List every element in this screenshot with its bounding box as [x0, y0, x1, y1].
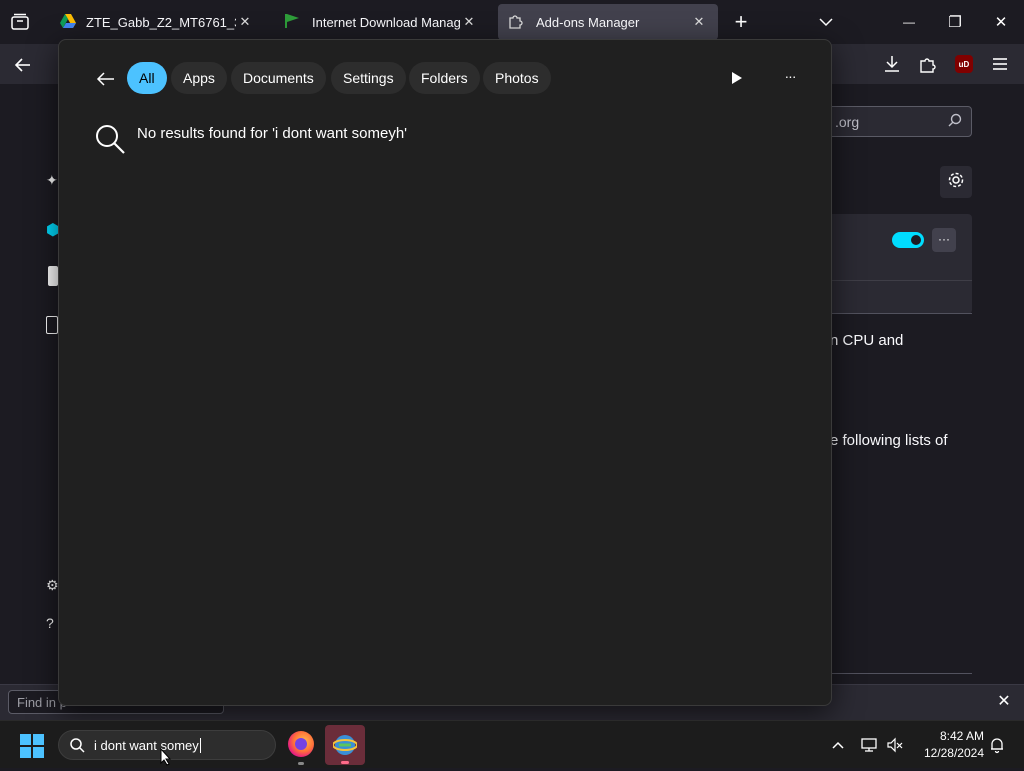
description-text: n CPU and [830, 332, 904, 349]
card-divider [822, 313, 972, 314]
download-icon[interactable] [882, 54, 902, 74]
network-icon[interactable] [860, 736, 878, 754]
extension-enable-toggle[interactable] [892, 232, 924, 248]
filter-all[interactable]: All [127, 62, 167, 94]
filter-photos[interactable]: Photos [483, 62, 551, 94]
filter-documents[interactable]: Documents [231, 62, 326, 94]
taskbar-search-text: i dont want somey [94, 738, 201, 753]
clock-time[interactable]: 8:42 AM [920, 729, 984, 743]
extensions-icon[interactable] [918, 54, 938, 74]
tab-close-icon[interactable]: ✕ [690, 14, 708, 30]
card-divider [822, 673, 972, 674]
ublock-label: uD [958, 59, 970, 69]
search-icon [947, 113, 963, 134]
tab-addons-manager[interactable]: Add-ons Manager ✕ [498, 4, 718, 40]
tab-title: Internet Download Manager is a [312, 14, 460, 30]
back-arrow-icon[interactable] [95, 68, 117, 90]
volume-muted-icon[interactable] [886, 736, 904, 754]
addons-search-field[interactable]: .org [822, 106, 972, 137]
close-window-button[interactable]: ✕ [978, 0, 1024, 44]
mouse-cursor-icon [160, 747, 172, 766]
filter-settings[interactable]: Settings [331, 62, 406, 94]
puzzle-icon [508, 13, 528, 32]
menu-icon[interactable] [990, 55, 1010, 73]
chevron-down-icon[interactable] [816, 12, 836, 32]
clock-date[interactable]: 12/28/2024 [910, 746, 984, 760]
running-indicator [298, 762, 304, 765]
chevron-up-icon[interactable] [830, 737, 846, 753]
windows-start-icon[interactable] [20, 734, 44, 758]
restore-button[interactable]: ❐ [932, 0, 978, 44]
play-icon[interactable] [729, 70, 745, 86]
card-divider [822, 280, 972, 281]
idm-flag-icon [284, 13, 304, 32]
windows-taskbar: i dont want somey 8:42 AM 12/28/2024 [0, 720, 1024, 768]
browser-tab-bar: ZTE_Gabb_Z2_MT6761_3947608 ✕ Internet Do… [0, 0, 1024, 44]
running-indicator [341, 761, 349, 764]
google-drive-icon [60, 13, 80, 31]
extension-card: ··· [822, 214, 972, 314]
search-icon [93, 122, 127, 156]
gear-button[interactable] [940, 166, 972, 198]
tab-close-icon[interactable]: ✕ [460, 14, 478, 30]
new-tab-button[interactable]: + [730, 10, 752, 34]
windows-search-flyout: All Apps Documents Settings Folders Phot… [58, 39, 832, 706]
tab-idm[interactable]: Internet Download Manager is a ✕ [274, 4, 488, 40]
tab-zte-gabb[interactable]: ZTE_Gabb_Z2_MT6761_3947608 ✕ [50, 4, 264, 40]
more-options-button[interactable]: ··· [932, 228, 956, 252]
idm-icon [332, 733, 358, 757]
toggle-knob [911, 235, 921, 245]
ublock-origin-icon[interactable]: uD [955, 55, 973, 73]
recommendations-icon[interactable]: ✦ [46, 172, 58, 192]
minimize-button[interactable]: — [886, 0, 932, 44]
more-options-icon[interactable]: ··· [777, 68, 803, 88]
idm-taskbar-button[interactable] [325, 725, 365, 765]
gear-icon [947, 171, 965, 194]
firefox-globe [295, 738, 307, 750]
firefox-icon[interactable] [288, 731, 314, 757]
tab-title: Add-ons Manager [536, 14, 640, 30]
no-results-message: No results found for 'i dont want someyh… [137, 125, 408, 142]
close-find-bar-icon[interactable]: ✕ [994, 691, 1014, 711]
extensions-category-icon[interactable]: ⬢ [46, 220, 60, 240]
themes-category-icon[interactable] [48, 266, 58, 286]
notification-bell-icon[interactable] [988, 736, 1006, 754]
tab-list-icon[interactable] [8, 10, 32, 34]
filter-folders[interactable]: Folders [409, 62, 480, 94]
plugins-category-icon[interactable] [46, 316, 58, 334]
search-icon [69, 737, 85, 758]
url-fragment: .org [835, 114, 860, 130]
tab-title: ZTE_Gabb_Z2_MT6761_3947608 [86, 14, 236, 30]
description-text: e following lists of [830, 432, 948, 449]
help-icon[interactable]: ? [46, 615, 58, 633]
addons-options-icon[interactable]: ⚙ [46, 577, 59, 595]
filter-apps[interactable]: Apps [171, 62, 227, 94]
tab-close-icon[interactable]: ✕ [236, 14, 254, 30]
back-icon[interactable] [12, 54, 34, 76]
